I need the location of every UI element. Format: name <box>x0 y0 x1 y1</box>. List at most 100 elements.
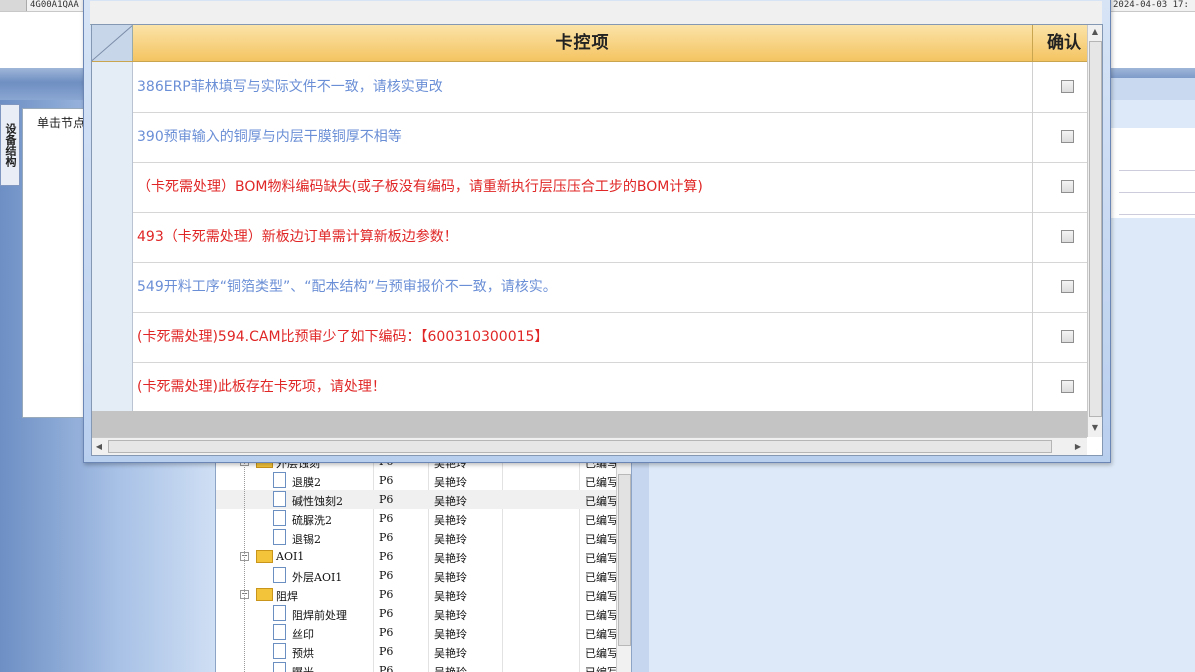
document-icon <box>273 643 286 659</box>
document-icon <box>273 529 286 545</box>
confirm-checkbox[interactable] <box>1061 180 1074 193</box>
document-icon <box>273 605 286 621</box>
tree-cell-layer: P6 <box>379 493 394 506</box>
tree-row[interactable]: − AOI1 P6 吴艳玲 已编写 <box>216 547 632 566</box>
control-item-row[interactable]: 386ERP菲林填写与实际文件不一致，请核实更改 <box>92 62 1087 113</box>
tree-node-label: 退膜2 <box>292 476 321 489</box>
tree-row[interactable]: 阻焊前处理 P6 吴艳玲 已编写 <box>216 604 632 623</box>
control-item-row[interactable]: 549开料工序“铜箔类型”、“配本结构”与预审报价不一致，请核实。 <box>92 262 1087 313</box>
tree-node-label: 丝印 <box>292 628 314 641</box>
background-date: 2024-04-03 17: <box>1113 0 1189 10</box>
column-divider <box>1032 112 1033 162</box>
grid-header: 卡控项 确认 <box>92 25 1087 62</box>
control-item-text: 386ERP菲林填写与实际文件不一致，请核实更改 <box>137 79 443 95</box>
tree-cell-layer: P6 <box>379 512 394 525</box>
tree-cell-status: 已编写 <box>585 609 618 622</box>
scroll-down-arrow-icon[interactable]: ▼ <box>1088 421 1102 435</box>
tree-cell-status: 已编写 <box>585 514 618 527</box>
control-item-text: (卡死需处理)594.CAM比预审少了如下编码：【600310300015】 <box>137 329 549 345</box>
scroll-left-arrow-icon[interactable]: ◀ <box>92 438 106 455</box>
tree-node-label: 退锡2 <box>292 533 321 546</box>
confirm-checkbox[interactable] <box>1061 380 1074 393</box>
tree-cell-layer: P6 <box>379 569 394 582</box>
select-all-corner[interactable] <box>92 25 133 61</box>
row-header[interactable] <box>92 312 133 362</box>
background-order-code: 4G00A1QAA <box>30 0 79 10</box>
tree-cell-author: 吴艳玲 <box>434 664 467 672</box>
tree-cell-layer: P6 <box>379 664 394 672</box>
process-tree[interactable]: −外层蚀刻P6吴艳玲已编写退膜2P6吴艳玲已编写碱性蚀刻2P6吴艳玲已编写硫脲洗… <box>215 460 632 672</box>
background-ribbon-right <box>1110 78 1195 100</box>
grid-vertical-scrollbar[interactable]: ▲ ▼ <box>1087 25 1102 437</box>
confirm-checkbox[interactable] <box>1061 130 1074 143</box>
column-divider <box>1032 262 1033 312</box>
row-header[interactable] <box>92 212 133 262</box>
row-header[interactable] <box>92 62 133 112</box>
tree-scrollbar[interactable] <box>616 460 631 672</box>
dialog-titlebar[interactable] <box>90 1 1102 25</box>
tree-row[interactable]: 硫脲洗2 P6 吴艳玲 已编写 <box>216 509 632 528</box>
control-items-dialog: 卡控项 确认 386ERP菲林填写与实际文件不一致，请核实更改 390预审输入的铜… <box>83 0 1111 463</box>
tree-node-label: AOI1 <box>276 550 305 563</box>
tree-cell-author: 吴艳玲 <box>434 590 467 603</box>
control-item-row[interactable]: 390预审输入的铜厚与内层干膜铜厚不相等 <box>92 112 1087 163</box>
tab-device-structure[interactable]: 设备结构 <box>0 104 20 186</box>
tree-panel-edge <box>631 460 649 672</box>
tree-cell-author: 吴艳玲 <box>434 628 467 641</box>
tree-cell-layer: P6 <box>379 588 394 601</box>
vertical-scroll-thumb[interactable] <box>1089 41 1102 417</box>
tree-row[interactable]: 碱性蚀刻2 P6 吴艳玲 已编写 <box>216 490 632 509</box>
tree-row[interactable]: 预烘 P6 吴艳玲 已编写 <box>216 642 632 661</box>
control-item-row[interactable]: (卡死需处理)594.CAM比预审少了如下编码：【600310300015】 <box>92 312 1087 363</box>
tree-row[interactable]: 丝印 P6 吴艳玲 已编写 <box>216 623 632 642</box>
tree-cell-status: 已编写 <box>585 628 618 641</box>
background-right-grid <box>1110 128 1195 218</box>
node-hint-text: 单击节点 <box>37 116 86 130</box>
tree-row[interactable]: 外层AOI1 P6 吴艳玲 已编写 <box>216 566 632 585</box>
folder-icon <box>256 550 273 563</box>
tree-cell-author: 吴艳玲 <box>434 476 467 489</box>
tree-row[interactable]: 曝光 P6 吴艳玲 已编写 <box>216 661 632 672</box>
tree-cell-author: 吴艳玲 <box>434 514 467 527</box>
row-header[interactable] <box>92 112 133 162</box>
tree-cell-author: 吴艳玲 <box>434 495 467 508</box>
tree-scrollbar-thumb[interactable] <box>618 474 631 646</box>
row-header[interactable] <box>92 162 133 212</box>
tree-cell-status: 已编写 <box>585 533 618 546</box>
folder-icon <box>256 588 273 601</box>
confirm-checkbox[interactable] <box>1061 280 1074 293</box>
document-icon <box>273 472 286 488</box>
tree-row[interactable]: 退锡2 P6 吴艳玲 已编写 <box>216 528 632 547</box>
tree-cell-layer: P6 <box>379 474 394 487</box>
tree-cell-status: 已编写 <box>585 476 618 489</box>
tree-cell-layer: P6 <box>379 645 394 658</box>
tree-node-label: 阻焊前处理 <box>292 609 347 622</box>
tree-cell-status: 已编写 <box>585 571 618 584</box>
tree-node-label: 碱性蚀刻2 <box>292 495 343 508</box>
tree-cell-layer: P6 <box>379 607 394 620</box>
tree-row[interactable]: − 阻焊 P6 吴艳玲 已编写 <box>216 585 632 604</box>
column-header-control-item[interactable]: 卡控项 <box>133 25 1033 61</box>
tree-node-label: 硫脲洗2 <box>292 514 332 527</box>
confirm-checkbox[interactable] <box>1061 330 1074 343</box>
row-header[interactable] <box>92 362 133 412</box>
confirm-checkbox[interactable] <box>1061 230 1074 243</box>
tree-row[interactable]: 退膜2 P6 吴艳玲 已编写 <box>216 471 632 490</box>
tree-cell-status: 已编写 <box>585 495 618 508</box>
scroll-right-arrow-icon[interactable]: ▶ <box>1071 438 1085 455</box>
horizontal-scroll-thumb[interactable] <box>108 440 1052 453</box>
control-item-row[interactable]: 493（卡死需处理）新板边订单需计算新板边参数！ <box>92 212 1087 263</box>
tree-node-label: 阻焊 <box>276 590 298 603</box>
tree-cell-author: 吴艳玲 <box>434 609 467 622</box>
control-item-row[interactable]: （卡死需处理）BOM物料编码缺失(或子板没有编码，请重新执行层压压合工步的BOM… <box>92 162 1087 213</box>
document-icon <box>273 491 286 507</box>
background-strip-button[interactable] <box>0 0 27 11</box>
scroll-up-arrow-icon[interactable]: ▲ <box>1088 25 1102 39</box>
confirm-checkbox[interactable] <box>1061 80 1074 93</box>
tree-cell-status: 已编写 <box>585 664 618 672</box>
control-item-row[interactable]: (卡死需处理)此板存在卡死项，请处理！ <box>92 362 1087 413</box>
document-icon <box>273 662 286 672</box>
tree-node-label: 外层AOI1 <box>292 571 343 584</box>
grid-horizontal-scrollbar[interactable]: ◀ ▶ <box>92 437 1087 455</box>
row-header[interactable] <box>92 262 133 312</box>
